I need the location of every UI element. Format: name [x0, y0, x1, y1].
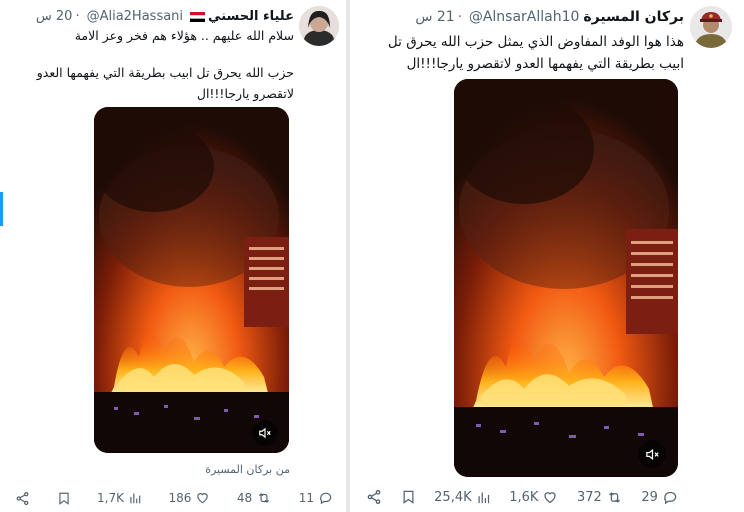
like-button[interactable]: 1,6K: [509, 490, 558, 505]
heart-icon: [197, 493, 209, 504]
views-button[interactable]: 25,4K: [434, 490, 490, 505]
quote-text-line1: حزب الله يحرق تل ابيب بطريقة التي يفهمها…: [36, 65, 294, 80]
timestamp[interactable]: 21 س: [415, 9, 454, 25]
reply-button[interactable]: 11: [299, 491, 333, 505]
tweet-header: بركان المسيرة @AlnsarAllah10 · 21 س: [415, 6, 684, 28]
tweet-card-left: علياء الحسني @Alia2Hassani · 20 س سلام ا…: [0, 0, 346, 512]
separator-dot: ·: [75, 8, 80, 24]
avatar[interactable]: [690, 6, 732, 48]
replies-count: 29: [641, 489, 658, 505]
mute-icon: [259, 427, 271, 439]
video-player[interactable]: [454, 79, 678, 477]
reply-button[interactable]: 29: [641, 490, 678, 505]
tweet-actions: 25,4K 1,6K 372 29: [366, 487, 678, 507]
user-handle[interactable]: @AlnsarAllah10: [469, 9, 580, 25]
tweet-text-line2: ابيب بطريقة التي يفهمها العدو لاتقصرو يا…: [406, 56, 684, 72]
likes-count: 186: [168, 491, 192, 505]
tweet-card-right: بركان المسيرة @AlnsarAllah10 · 21 س هذا …: [350, 0, 744, 512]
share-button[interactable]: [15, 491, 30, 506]
quote-text-line2: لاتقصرو يارجا!!!ال: [196, 86, 294, 101]
views-button[interactable]: 1,7K: [97, 491, 142, 505]
video-player[interactable]: [94, 107, 289, 453]
views-count: 1,7K: [97, 491, 124, 505]
views-count: 25,4K: [434, 489, 472, 505]
tweet-text-line1: هذا هوا الوفد المفاوض الذي يمثل حزب الله…: [387, 34, 684, 50]
replies-count: 11: [298, 491, 314, 505]
retweet-icon: [259, 493, 270, 503]
mute-button[interactable]: [638, 440, 666, 468]
likes-count: 1,6K: [509, 489, 539, 505]
reply-icon: [320, 492, 332, 505]
share-icon: [367, 490, 381, 504]
retweet-icon: [608, 491, 620, 503]
tweet-text: سلام الله عليهم .. هؤلاء هم فخر وعز الام…: [74, 28, 294, 43]
bookmark-button[interactable]: [57, 491, 71, 506]
share-button[interactable]: [366, 489, 382, 505]
fire-video-frame: [454, 79, 678, 477]
timestamp[interactable]: 20 س: [36, 9, 73, 24]
retweet-button[interactable]: 48: [237, 491, 272, 505]
bookmark-button[interactable]: [401, 489, 416, 505]
views-icon: [478, 492, 489, 503]
quote-source[interactable]: من بركان المسيرة: [205, 463, 290, 476]
share-icon: [16, 491, 29, 505]
avatar[interactable]: [299, 6, 339, 46]
bookmark-icon: [403, 490, 414, 504]
separator-dot: ·: [457, 9, 462, 25]
retweets-count: 372: [577, 489, 602, 505]
mute-icon: [645, 448, 659, 460]
reply-icon: [664, 491, 677, 504]
user-handle[interactable]: @Alia2Hassani: [87, 9, 183, 24]
fire-video-frame: [94, 107, 289, 453]
retweet-button[interactable]: 372: [577, 490, 623, 505]
display-name[interactable]: علياء الحسني: [208, 9, 294, 24]
like-button[interactable]: 186: [169, 491, 211, 505]
tweet-header: علياء الحسني @Alia2Hassani · 20 س: [36, 6, 294, 26]
mute-button[interactable]: [252, 420, 278, 446]
yemen-flag-icon: [190, 11, 206, 22]
views-icon: [130, 493, 141, 504]
heart-icon: [544, 491, 557, 503]
retweets-count: 48: [236, 491, 253, 505]
bookmark-icon: [58, 492, 69, 505]
selection-accent: [0, 192, 3, 226]
display-name[interactable]: بركان المسيرة: [583, 9, 684, 25]
tweet-actions: 1,7K 186 48 11: [15, 489, 333, 507]
